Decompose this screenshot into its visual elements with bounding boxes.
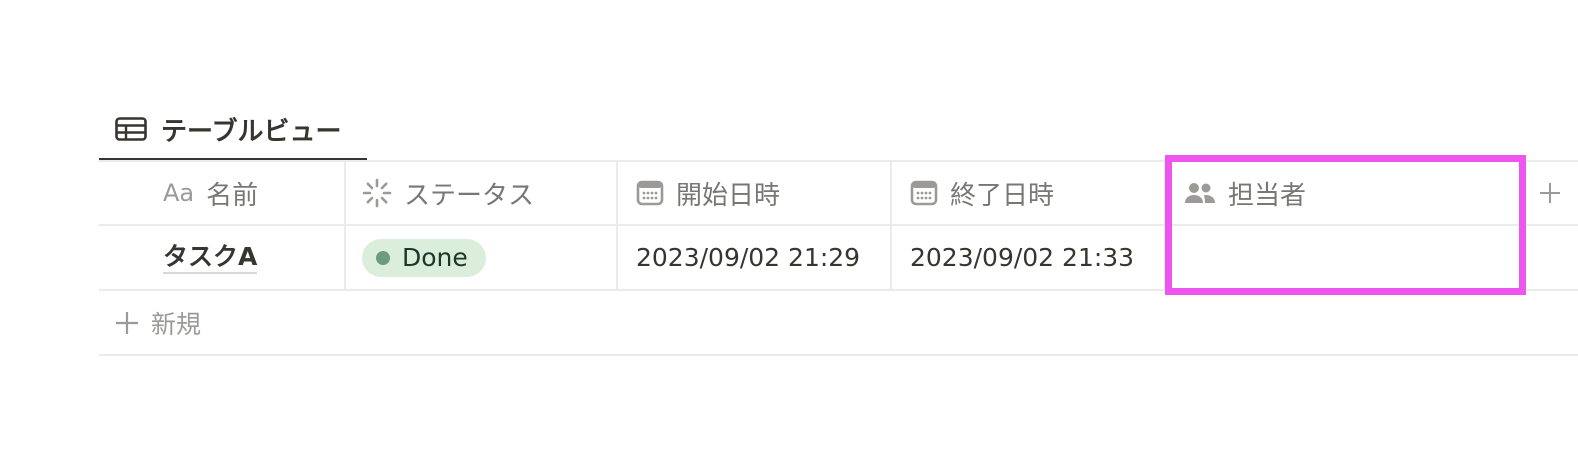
cell-name[interactable]: タスクA	[99, 226, 346, 289]
table-icon	[115, 117, 147, 141]
people-icon	[1184, 181, 1216, 205]
cell-status[interactable]: Done	[346, 226, 618, 289]
cell-assignee[interactable]	[1166, 226, 1522, 289]
plus-icon	[115, 311, 139, 335]
status-spinner-icon	[362, 178, 392, 208]
column-header-name-label: 名前	[206, 180, 259, 211]
column-header-end[interactable]: 終了日時	[892, 162, 1166, 224]
plus-icon	[1540, 183, 1560, 203]
calendar-icon	[636, 179, 664, 207]
column-header-start[interactable]: 開始日時	[618, 162, 892, 224]
new-row-label: 新規	[151, 309, 202, 339]
column-header-status[interactable]: ステータス	[346, 162, 618, 224]
column-header-status-label: ステータス	[404, 180, 535, 211]
column-header-end-label: 終了日時	[950, 180, 1055, 211]
page: テーブルビュー Aa 名前 ステータス 開始日時 終了日時 担当者 タスクA D…	[0, 0, 1578, 450]
text-aa-icon: Aa	[163, 179, 195, 207]
add-column-button[interactable]	[1522, 162, 1578, 224]
table-header-row: Aa 名前 ステータス 開始日時 終了日時 担当者	[99, 160, 1578, 226]
status-badge[interactable]: Done	[362, 238, 486, 277]
start-date-value: 2023/09/02 21:29	[636, 243, 861, 272]
cell-start-date[interactable]: 2023/09/02 21:29	[618, 226, 892, 289]
tab-table-view[interactable]: テーブルビュー	[99, 100, 367, 161]
row-title-link[interactable]: タスクA	[163, 242, 258, 274]
column-header-assignee[interactable]: 担当者	[1166, 162, 1522, 224]
column-header-start-label: 開始日時	[676, 180, 781, 211]
database-table: Aa 名前 ステータス 開始日時 終了日時 担当者 タスクA Done 2023…	[99, 160, 1578, 356]
status-label: Done	[402, 243, 468, 272]
add-column-cell	[1522, 162, 1578, 224]
status-dot	[376, 250, 390, 265]
table-row: タスクA Done 2023/09/02 21:29 2023/09/02 21…	[99, 226, 1578, 291]
column-header-assignee-label: 担当者	[1228, 180, 1307, 211]
cell-end-date[interactable]: 2023/09/02 21:33	[892, 226, 1166, 289]
end-date-value: 2023/09/02 21:33	[910, 243, 1135, 272]
new-row-button[interactable]: 新規	[99, 291, 1578, 356]
column-header-name[interactable]: Aa 名前	[99, 162, 346, 224]
tab-table-view-label: テーブルビュー	[161, 116, 342, 147]
calendar-icon	[910, 179, 938, 207]
